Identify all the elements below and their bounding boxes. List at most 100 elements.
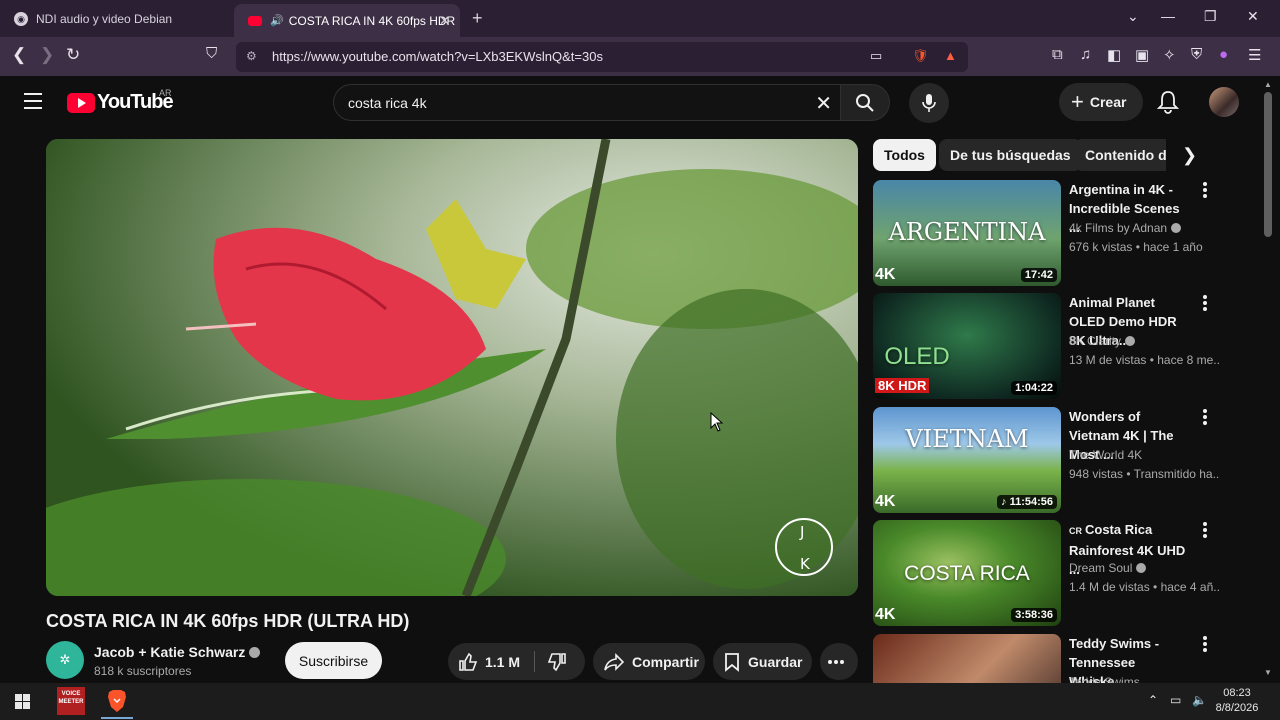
rec-channel[interactable]: The World 4K (1069, 448, 1142, 462)
dislike-button[interactable] (547, 652, 574, 675)
brave-rewards-icon[interactable]: ▲ (944, 48, 957, 63)
windows-start-icon[interactable] (15, 694, 30, 709)
voicemeeter-app-icon[interactable]: VOICE MEETER (57, 687, 85, 715)
rec-channel[interactable]: Dream Soul (1069, 561, 1147, 575)
brave-shields-icon[interactable]: 🛡 (912, 48, 929, 64)
recommended-video[interactable]: COSTA RICA 4K 3:58:36 CR Costa Rica Rainf… (873, 520, 1223, 626)
bookmark-icon[interactable]: ⛉ (206, 45, 217, 62)
bell-icon (1156, 91, 1180, 114)
rec-meta: 676 k vistas • hace 1 año (1069, 240, 1203, 254)
wallet-icon[interactable]: ▣ (1135, 46, 1149, 64)
music-icon[interactable]: ♫ (1080, 46, 1091, 63)
channel-name[interactable]: Jacob + Katie Schwarz (94, 644, 261, 660)
vpn-icon[interactable]: ⛨ (1191, 46, 1202, 63)
minimize-button[interactable]: — (1161, 8, 1175, 24)
rec-channel[interactable]: 8K Clarity (1069, 334, 1136, 348)
address-bar[interactable]: ⚙ https://www.youtube.com/watch?v=LXb3EK… (236, 42, 968, 72)
more-vertical-icon[interactable] (1203, 636, 1209, 654)
search-button[interactable] (840, 84, 890, 121)
video-thumbnail[interactable]: ARGENTINA 4K 17:42 (873, 180, 1061, 286)
like-button[interactable]: 1.1 M (458, 652, 520, 672)
clear-search-icon[interactable]: ✕ (815, 91, 832, 116)
channel-avatar[interactable]: ✲ (46, 641, 84, 679)
share-button[interactable]: Compartir (593, 643, 705, 680)
video-thumbnail[interactable]: OLED 8K HDR 1:04:22 (873, 293, 1061, 399)
recommended-video[interactable]: OLED 8K HDR 1:04:22 Animal Planet OLED D… (873, 293, 1223, 399)
create-button[interactable]: + Crear (1059, 83, 1143, 121)
restore-button[interactable]: ❐ (1204, 8, 1217, 25)
youtube-play-icon (67, 92, 95, 113)
leo-ai-icon[interactable]: ✧ (1163, 46, 1176, 64)
search-query[interactable]: costa rica 4k (348, 95, 427, 111)
youtube-favicon-icon (248, 15, 262, 26)
chip-contenido[interactable]: Contenido de (1074, 139, 1166, 171)
duration-badge: 1:04:22 (1011, 381, 1057, 395)
verified-icon (1171, 223, 1182, 233)
more-vertical-icon[interactable] (1203, 409, 1209, 427)
thumbs-down-icon (547, 653, 566, 672)
more-vertical-icon[interactable] (1203, 182, 1209, 200)
rec-meta: 13 M de vistas • hace 8 me... (1069, 353, 1219, 367)
rec-channel[interactable]: 4k Films by Adnan (1069, 221, 1182, 235)
subscriber-count: 818 k suscriptores (94, 664, 192, 678)
tab-search-icon[interactable]: ⌄ (1127, 8, 1139, 25)
scroll-up-icon[interactable]: ▲ (1264, 80, 1272, 89)
extensions-icon[interactable]: ⧉ (1052, 46, 1063, 63)
browser-tab-ndi[interactable]: ◉ NDI audio y video Debian (0, 5, 232, 33)
chip-todos[interactable]: Todos (873, 139, 936, 171)
video-frame (46, 139, 858, 596)
account-avatar[interactable] (1209, 87, 1239, 117)
youtube-logo[interactable]: YouTube (67, 91, 174, 114)
notifications-button[interactable] (1156, 90, 1180, 119)
new-tab-button[interactable]: + (472, 8, 483, 29)
browser-menu-icon[interactable]: ☰ (1248, 46, 1261, 64)
browser-tab-bar: ◉ NDI audio y video Debian 🔊 COSTA RICA … (0, 0, 1280, 37)
profile-icon[interactable]: ● (1219, 46, 1228, 63)
system-clock[interactable]: 08:23 8/8/2026 (1212, 686, 1262, 716)
chevron-right-icon[interactable]: ❯ (1182, 145, 1197, 166)
browser-tab-youtube[interactable]: 🔊 COSTA RICA IN 4K 60fps HDR ✕ (234, 4, 460, 37)
hamburger-menu-icon[interactable] (24, 93, 42, 109)
scroll-down-icon[interactable]: ▼ (1264, 668, 1272, 677)
like-dislike-group: 1.1 M (448, 643, 585, 680)
video-thumbnail[interactable] (873, 634, 1061, 683)
divider (534, 651, 535, 672)
rec-meta: 1.4 M de vistas • hace 4 añ... (1069, 580, 1219, 594)
reload-icon[interactable]: ↻ (66, 45, 80, 65)
globe-icon: ◉ (14, 12, 28, 26)
more-vertical-icon[interactable] (1203, 522, 1209, 540)
recommended-video[interactable]: VIETNAM 4K ♪ 11:54:56 Wonders of Vietnam… (873, 407, 1223, 513)
url-text[interactable]: https://www.youtube.com/watch?v=LXb3EKWs… (272, 49, 603, 64)
mouse-cursor-icon (710, 412, 724, 432)
recommended-video[interactable]: ARGENTINA 4K 17:42 Argentina in 4K - Inc… (873, 180, 1223, 286)
cast-icon[interactable]: ▭ (870, 48, 882, 64)
chevron-up-icon[interactable]: ⌃ (1148, 693, 1158, 707)
recommended-video[interactable]: Teddy Swims - Tennessee Whiske... Teddy … (873, 634, 1223, 683)
voice-search-button[interactable] (909, 83, 949, 123)
channel-watermark[interactable]: J K (775, 518, 833, 576)
more-horizontal-icon (827, 659, 844, 664)
duration-badge: 3:58:36 (1011, 608, 1057, 622)
back-icon[interactable]: ❮ (12, 45, 26, 65)
more-actions-button[interactable] (820, 643, 858, 680)
chip-de-tus-busquedas[interactable]: De tus búsquedas (939, 139, 1082, 171)
close-window-button[interactable]: ✕ (1247, 8, 1259, 25)
search-input[interactable]: costa rica 4k ✕ (333, 84, 840, 121)
page-scrollbar[interactable] (1264, 92, 1272, 237)
close-tab-icon[interactable]: ✕ (439, 13, 450, 29)
verified-icon (249, 647, 261, 658)
brave-app-icon[interactable] (101, 687, 133, 719)
site-settings-icon[interactable]: ⚙ (246, 49, 257, 63)
subscribe-button[interactable]: Suscribirse (285, 642, 382, 679)
save-button[interactable]: Guardar (713, 643, 812, 680)
video-thumbnail[interactable]: COSTA RICA 4K 3:58:36 (873, 520, 1061, 626)
rec-channel[interactable]: Teddy Swims (1069, 675, 1140, 683)
forward-icon[interactable]: ❯ (40, 45, 54, 65)
sidebar-icon[interactable]: ◧ (1107, 46, 1121, 64)
volume-icon[interactable]: 🔈 (1192, 693, 1207, 707)
speaker-icon[interactable]: 🔊 (270, 14, 284, 27)
video-player[interactable] (46, 139, 858, 596)
network-icon[interactable]: ▭ (1170, 693, 1181, 707)
video-thumbnail[interactable]: VIETNAM 4K ♪ 11:54:56 (873, 407, 1061, 513)
more-vertical-icon[interactable] (1203, 295, 1209, 313)
